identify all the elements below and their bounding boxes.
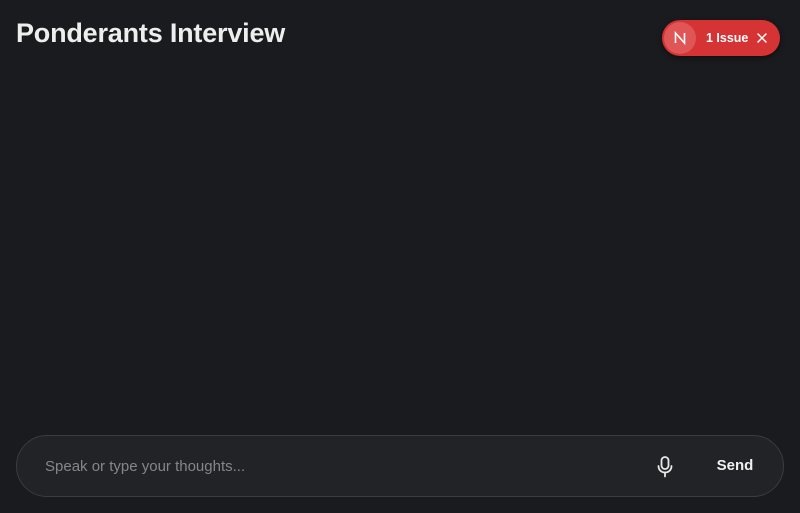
n-letter-glyph — [674, 30, 686, 46]
issues-badge[interactable]: 1 Issue — [662, 20, 780, 56]
message-input[interactable] — [45, 450, 625, 482]
nextjs-logo-icon[interactable] — [664, 22, 696, 54]
microphone-button[interactable] — [649, 453, 681, 481]
send-button[interactable]: Send — [707, 450, 763, 482]
message-composer: Send — [16, 435, 784, 497]
app-page: Ponderants Interview 1 Issue Send — [0, 0, 800, 513]
issues-count-label[interactable]: 1 Issue — [706, 20, 748, 56]
close-icon[interactable] — [756, 32, 768, 44]
page-title: Ponderants Interview — [16, 18, 286, 48]
microphone-icon — [657, 456, 673, 478]
